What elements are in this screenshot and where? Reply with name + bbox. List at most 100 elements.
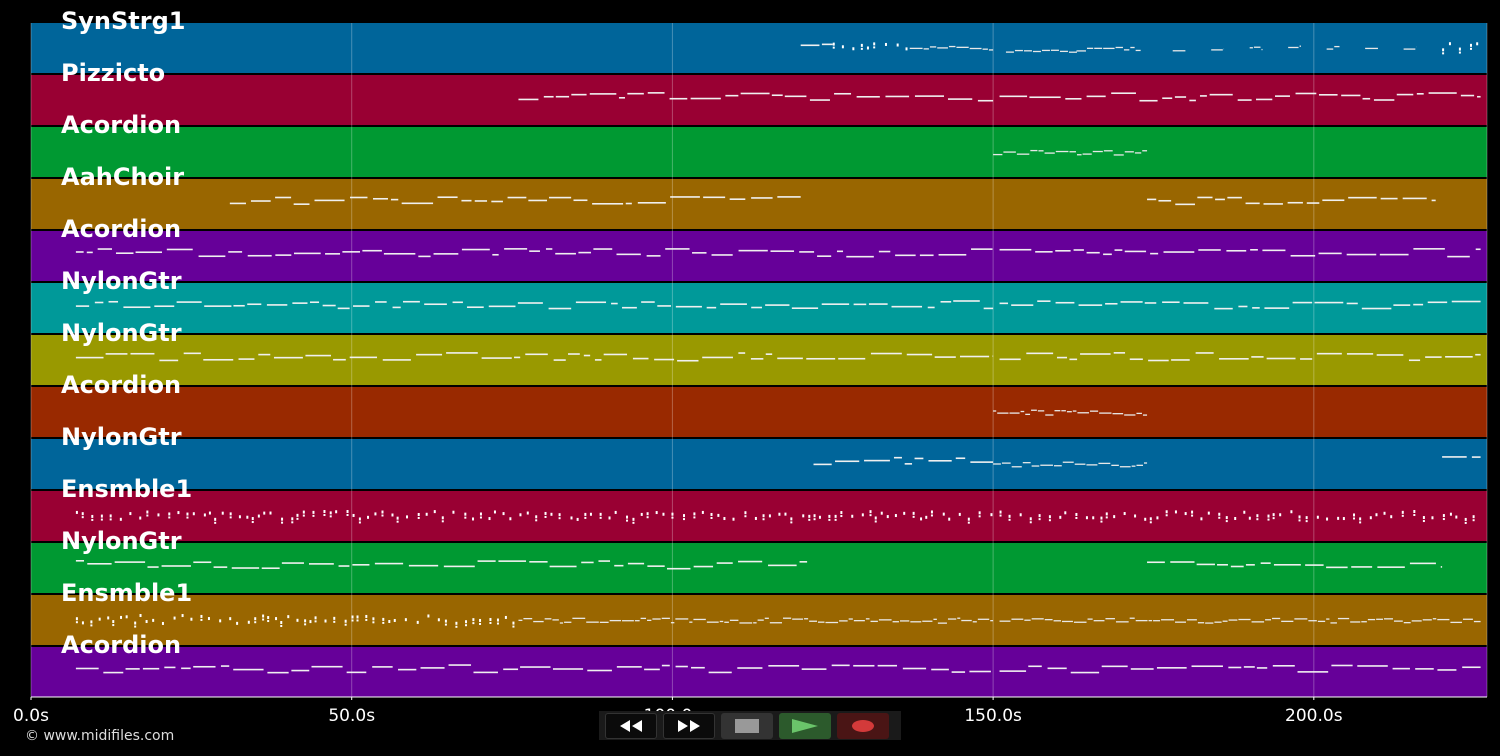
- track-lane[interactable]: [31, 543, 1487, 593]
- track-lane[interactable]: [31, 387, 1487, 437]
- note: [999, 510, 1002, 514]
- track-lane[interactable]: [31, 595, 1487, 645]
- note: [1357, 665, 1388, 667]
- track-lane[interactable]: [31, 439, 1487, 489]
- note: [1314, 301, 1344, 304]
- note: [181, 667, 191, 670]
- note: [1475, 353, 1481, 356]
- play-button[interactable]: [779, 712, 831, 739]
- note: [618, 96, 625, 99]
- note: [396, 520, 399, 523]
- note: [1139, 99, 1158, 102]
- note: [852, 47, 855, 51]
- note: [738, 560, 763, 563]
- note: [589, 512, 592, 516]
- track-lane[interactable]: [31, 231, 1487, 281]
- note: [1445, 356, 1473, 358]
- note: [853, 664, 875, 667]
- note: [1072, 410, 1077, 412]
- note: [1471, 456, 1481, 458]
- rewind-button[interactable]: [605, 712, 657, 739]
- note: [346, 514, 349, 517]
- note: [1040, 464, 1053, 466]
- note: [528, 199, 548, 202]
- note: [1353, 517, 1356, 520]
- note: [146, 514, 149, 517]
- note: [1011, 618, 1024, 620]
- note: [324, 619, 327, 623]
- note: [1100, 516, 1103, 520]
- note: [828, 514, 831, 518]
- note: [839, 620, 848, 622]
- stop-button[interactable]: [721, 712, 773, 739]
- note: [164, 666, 176, 669]
- note: [1422, 516, 1425, 520]
- note: [856, 95, 880, 98]
- note: [559, 622, 564, 624]
- note: [1105, 302, 1118, 305]
- note: [1086, 47, 1094, 49]
- note: [953, 300, 980, 302]
- note: [489, 617, 492, 621]
- note: [1174, 96, 1187, 98]
- note: [349, 196, 368, 199]
- note: [1331, 664, 1353, 667]
- note: [1061, 620, 1073, 623]
- note: [1476, 42, 1479, 46]
- note: [1265, 619, 1272, 621]
- note: [448, 664, 472, 666]
- note: [91, 514, 94, 518]
- note: [1362, 97, 1371, 100]
- note: [616, 666, 642, 668]
- note: [75, 560, 85, 562]
- note: [848, 618, 853, 620]
- note: [808, 514, 811, 518]
- note: [1376, 354, 1404, 356]
- note: [287, 615, 290, 619]
- track-lane[interactable]: [31, 179, 1487, 229]
- note: [571, 93, 587, 96]
- note: [1273, 563, 1301, 566]
- piano-roll[interactable]: [0, 0, 1500, 700]
- track-lane[interactable]: [31, 75, 1487, 125]
- note: [200, 614, 203, 618]
- note: [1148, 359, 1169, 362]
- note: [404, 618, 407, 622]
- note: [544, 515, 547, 518]
- note: [337, 307, 350, 310]
- note: [452, 510, 455, 514]
- note: [1218, 512, 1221, 516]
- track-lane[interactable]: [31, 23, 1487, 73]
- note: [304, 623, 307, 626]
- note: [967, 521, 970, 524]
- note: [425, 512, 428, 516]
- note: [145, 620, 148, 624]
- note: [418, 255, 431, 258]
- note: [777, 196, 801, 198]
- note: [1413, 303, 1424, 306]
- note: [771, 94, 783, 97]
- note: [584, 512, 587, 516]
- note: [1054, 410, 1061, 412]
- note: [558, 513, 561, 517]
- note: [125, 668, 140, 670]
- track-lane[interactable]: [31, 335, 1487, 385]
- note: [1227, 196, 1242, 199]
- note: [592, 202, 624, 205]
- note: [1383, 511, 1386, 515]
- note: [1031, 618, 1044, 620]
- note: [1292, 301, 1313, 304]
- track-lane[interactable]: [31, 283, 1487, 333]
- note: [382, 359, 411, 361]
- record-button[interactable]: [837, 712, 889, 739]
- track-lane[interactable]: [31, 647, 1487, 697]
- play-icon: [792, 718, 818, 733]
- note: [323, 510, 326, 514]
- note: [1256, 514, 1259, 518]
- track-lane[interactable]: [31, 491, 1487, 541]
- note: [1098, 462, 1111, 465]
- track-lane[interactable]: [31, 127, 1487, 177]
- note: [322, 304, 336, 307]
- note: [818, 515, 821, 519]
- fast-forward-button[interactable]: [663, 712, 715, 739]
